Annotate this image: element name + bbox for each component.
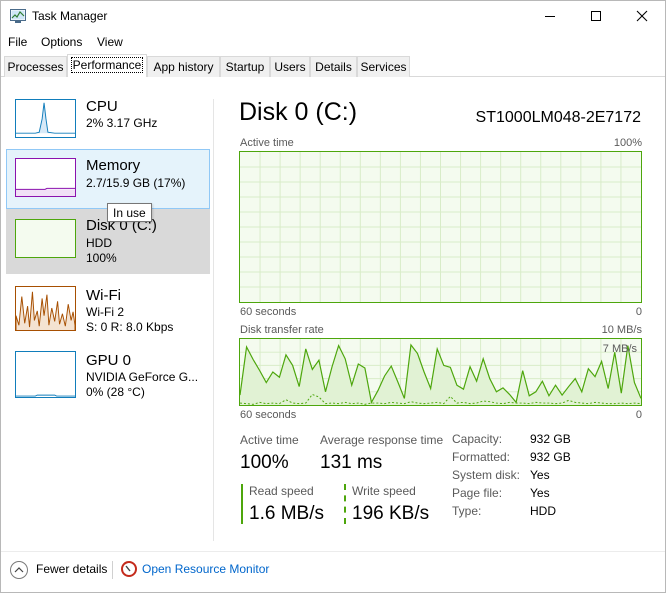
active-time-graph bbox=[239, 151, 642, 303]
active-time-graph-label: Active time bbox=[240, 137, 294, 149]
wifi-thumbnail-graph bbox=[15, 286, 76, 331]
pane-divider[interactable] bbox=[213, 99, 214, 541]
tooltip: In use bbox=[107, 203, 152, 222]
active-time-graph-min: 0 bbox=[635, 306, 642, 318]
write-speed-value: 196 KB/s bbox=[352, 503, 430, 524]
capacity-label: Capacity: bbox=[452, 432, 503, 446]
tab-strip: Processes Performance App history Startu… bbox=[1, 54, 665, 77]
transfer-rate-graph-xlabel: 60 seconds bbox=[240, 409, 297, 421]
read-speed-marker bbox=[241, 484, 243, 524]
close-icon bbox=[636, 10, 648, 22]
resource-cpu[interactable]: CPU 2% 3.17 GHz bbox=[6, 93, 210, 153]
resource-gpu-0[interactable]: GPU 0 NVIDIA GeForce G... 0% (28 °C) bbox=[6, 347, 210, 407]
write-speed-label: Write speed bbox=[352, 484, 416, 498]
resource-usage: 100% bbox=[86, 251, 117, 265]
transfer-rate-scale-marker: 7 MB/s bbox=[602, 343, 637, 355]
resource-detail: Wi-Fi 2 bbox=[86, 305, 124, 319]
formatted-label: Formatted: bbox=[452, 450, 511, 464]
tab-processes[interactable]: Processes bbox=[4, 56, 67, 77]
task-manager-window: Task Manager File Options View Processes… bbox=[0, 0, 666, 593]
resource-monitor-icon[interactable] bbox=[121, 561, 137, 577]
resource-detail: NVIDIA GeForce G... bbox=[86, 370, 199, 384]
resource-name: Memory bbox=[86, 157, 141, 174]
page-file-value: Yes bbox=[530, 486, 550, 500]
type-value: HDD bbox=[530, 504, 556, 518]
resource-name: CPU bbox=[86, 98, 118, 115]
open-resource-monitor-link[interactable]: Open Resource Monitor bbox=[142, 562, 269, 576]
tab-users[interactable]: Users bbox=[270, 56, 310, 77]
fewer-details-button[interactable]: Fewer details bbox=[36, 562, 107, 576]
transfer-rate-graph-label: Disk transfer rate bbox=[240, 324, 324, 336]
formatted-value: 932 GB bbox=[530, 450, 571, 464]
gpu-thumbnail-graph bbox=[15, 351, 76, 398]
disk-model: ST1000LM048-2E7172 bbox=[475, 109, 641, 126]
fewer-details-icon[interactable] bbox=[10, 561, 28, 579]
memory-thumbnail-graph bbox=[15, 158, 76, 197]
resource-usage: 0% (28 °C) bbox=[86, 385, 145, 399]
title-bar[interactable]: Task Manager bbox=[1, 1, 665, 31]
active-time-graph-xlabel: 60 seconds bbox=[240, 306, 297, 318]
tab-app-history[interactable]: App history bbox=[147, 56, 220, 77]
maximize-icon bbox=[591, 11, 601, 21]
disk-thumbnail-graph bbox=[15, 219, 76, 258]
gauge-needle-icon bbox=[125, 565, 131, 572]
maximize-button[interactable] bbox=[573, 1, 619, 31]
write-speed-marker bbox=[344, 484, 346, 524]
resource-throughput: S: 0 R: 8.0 Kbps bbox=[86, 320, 174, 334]
minimize-button[interactable] bbox=[527, 1, 573, 31]
transfer-rate-graph-min: 0 bbox=[635, 409, 642, 421]
resource-detail: 2% 3.17 GHz bbox=[86, 116, 158, 130]
resource-wifi[interactable]: Wi-Fi Wi-Fi 2 S: 0 R: 8.0 Kbps bbox=[6, 282, 210, 342]
tab-performance[interactable]: Performance bbox=[67, 54, 147, 77]
menu-view[interactable]: View bbox=[97, 35, 123, 49]
active-time-value: 100% bbox=[240, 452, 289, 473]
type-label: Type: bbox=[452, 504, 482, 518]
resource-name: GPU 0 bbox=[86, 352, 132, 369]
bottom-bar: Fewer details Open Resource Monitor bbox=[1, 551, 665, 587]
menu-bar: File Options View bbox=[1, 32, 665, 52]
capacity-value: 932 GB bbox=[530, 432, 571, 446]
tab-startup[interactable]: Startup bbox=[220, 56, 270, 77]
read-speed-value: 1.6 MB/s bbox=[249, 503, 324, 524]
tab-services[interactable]: Services bbox=[357, 56, 410, 77]
active-time-label: Active time bbox=[240, 433, 299, 447]
read-speed-label: Read speed bbox=[249, 484, 314, 498]
active-time-graph-max: 100% bbox=[613, 137, 642, 149]
resource-detail: 2.7/15.9 GB (17%) bbox=[86, 176, 186, 190]
menu-file[interactable]: File bbox=[8, 35, 27, 49]
chevron-up-icon bbox=[14, 567, 24, 573]
page-file-label: Page file: bbox=[452, 486, 503, 500]
task-manager-icon bbox=[10, 9, 26, 23]
cpu-thumbnail-graph bbox=[15, 99, 76, 138]
system-disk-label: System disk: bbox=[452, 468, 521, 482]
window-title: Task Manager bbox=[32, 9, 108, 23]
system-disk-value: Yes bbox=[530, 468, 550, 482]
menu-options[interactable]: Options bbox=[41, 35, 82, 49]
tab-details[interactable]: Details bbox=[310, 56, 357, 77]
resource-memory[interactable]: Memory 2.7/15.9 GB (17%) bbox=[6, 149, 210, 209]
resource-name: Wi-Fi bbox=[86, 287, 121, 304]
minimize-icon bbox=[545, 16, 555, 17]
separator bbox=[112, 561, 113, 579]
response-time-value: 131 ms bbox=[320, 452, 383, 473]
transfer-rate-graph-max: 10 MB/s bbox=[601, 324, 642, 336]
close-button[interactable] bbox=[619, 1, 665, 31]
disk-title: Disk 0 (C:) bbox=[239, 98, 358, 126]
resource-detail: HDD bbox=[86, 236, 112, 250]
response-time-label: Average response time bbox=[320, 433, 444, 447]
